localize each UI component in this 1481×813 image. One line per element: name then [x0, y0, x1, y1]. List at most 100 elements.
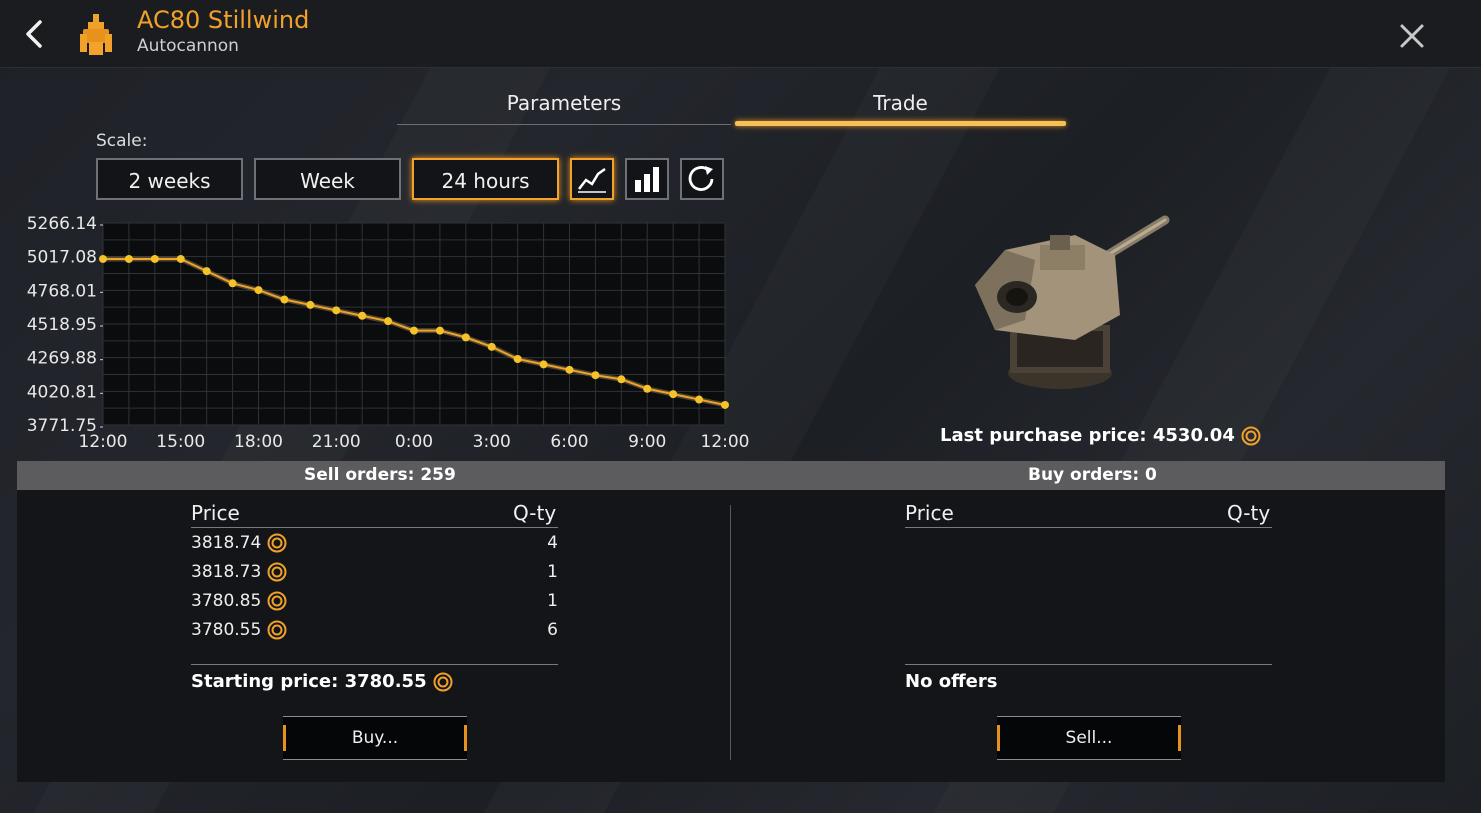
credit-coin-icon	[267, 533, 287, 553]
refresh-button[interactable]	[680, 158, 724, 200]
buy-orders-count: Buy orders: 0	[1028, 465, 1157, 485]
back-button[interactable]	[18, 16, 52, 52]
y-tick-label: 4269.88	[27, 349, 97, 369]
data-point	[643, 384, 652, 393]
button-accent	[464, 725, 467, 751]
orders-panel: Sell orders: 259 Buy orders: 0 Price Q-t…	[17, 461, 1445, 782]
data-point	[358, 311, 367, 320]
tab-label: Parameters	[506, 91, 622, 115]
order-quantity: 6	[547, 620, 558, 640]
data-point	[332, 306, 341, 315]
divider-line	[191, 527, 558, 528]
buy-price-column-header: Price	[905, 501, 954, 525]
button-accent	[1178, 725, 1181, 751]
sell-qty-column-header: Q-ty	[513, 501, 557, 525]
data-point	[280, 295, 289, 304]
x-tick-label: 18:00	[234, 432, 283, 452]
data-point	[124, 254, 133, 263]
buy-button[interactable]: Buy...	[283, 716, 467, 760]
close-button[interactable]	[1396, 20, 1428, 52]
line-chart-button[interactable]	[570, 158, 614, 200]
data-point	[669, 390, 678, 399]
order-price: 3818.73	[191, 562, 262, 582]
data-point	[721, 400, 729, 409]
data-point	[228, 279, 237, 288]
data-point	[539, 360, 548, 369]
sell-button-label: Sell...	[1065, 728, 1113, 748]
sell-orders-count: Sell orders: 259	[304, 465, 456, 485]
scale-week-button[interactable]: Week	[254, 158, 401, 200]
item-title: AC80 Stillwind	[137, 6, 310, 34]
data-point	[410, 326, 418, 335]
divider-line	[905, 664, 1272, 665]
sell-button[interactable]: Sell...	[997, 716, 1181, 760]
x-tick-label: 21:00	[312, 432, 361, 452]
button-accent	[283, 725, 286, 751]
bar-chart-button[interactable]	[625, 158, 669, 200]
scale-label: Scale:	[96, 131, 148, 151]
x-tick-label: 12:00	[701, 432, 750, 452]
credit-coin-icon	[433, 672, 453, 692]
buy-button-label: Buy...	[351, 728, 399, 748]
buy-qty-column-header: Q-ty	[1227, 501, 1271, 525]
tab-parameters[interactable]: Parameters	[397, 88, 731, 125]
line-chart-icon	[578, 167, 606, 193]
y-tick-label: 4518.95	[27, 315, 97, 335]
autocannon-image	[975, 215, 1170, 389]
x-tick-label: 6:00	[550, 432, 588, 452]
close-icon	[1400, 24, 1424, 48]
x-tick-label: 15:00	[156, 432, 205, 452]
data-point	[254, 286, 263, 295]
tab-label: Trade	[873, 91, 928, 115]
starting-price-label: Starting price: 3780.55	[191, 671, 427, 692]
orders-header: Sell orders: 259 Buy orders: 0	[17, 461, 1445, 490]
chevron-left-icon	[26, 20, 42, 48]
active-tab-underline	[735, 121, 1066, 126]
y-tick-label: 5266.14	[27, 214, 97, 234]
last-purchase-label: Last purchase price: 4530.04	[940, 425, 1235, 446]
order-price: 3818.74	[191, 533, 262, 553]
data-point	[150, 254, 159, 263]
data-point	[202, 267, 211, 276]
order-quantity: 1	[547, 562, 558, 582]
credit-coin-icon	[1241, 426, 1261, 446]
data-point	[617, 375, 626, 384]
bar-chart-icon	[635, 167, 659, 192]
data-point	[591, 371, 600, 380]
credit-coin-icon	[267, 620, 287, 640]
scale-2-weeks-button[interactable]: 2 weeks	[96, 158, 243, 200]
data-point	[513, 355, 522, 364]
button-accent	[997, 725, 1000, 751]
data-point	[99, 254, 107, 263]
data-point	[487, 342, 496, 351]
last-purchase-price: Last purchase price: 4530.04	[940, 425, 1261, 446]
scale-24-hours-button[interactable]: 24 hours	[412, 158, 559, 200]
x-tick-label: 12:00	[79, 432, 128, 452]
data-point	[384, 317, 393, 326]
order-quantity: 1	[547, 591, 558, 611]
no-offers-text: No offers	[905, 671, 998, 692]
order-price: 3780.55	[191, 620, 262, 640]
data-point	[176, 254, 185, 263]
data-point	[695, 395, 704, 404]
data-point	[306, 300, 315, 309]
x-tick-label: 9:00	[628, 432, 666, 452]
sell-price-column-header: Price	[191, 501, 240, 525]
item-subtitle: Autocannon	[137, 36, 239, 56]
data-point	[565, 365, 574, 374]
y-tick-label: 5017.08	[27, 248, 97, 268]
y-tick-label: 4768.01	[27, 281, 97, 301]
title-bar: AC80 Stillwind Autocannon	[0, 0, 1481, 68]
autocannon-item-icon	[76, 12, 116, 58]
data-point	[461, 333, 470, 342]
column-divider	[730, 505, 731, 760]
tab-trade[interactable]: Trade	[735, 88, 1066, 126]
x-tick-label: 0:00	[395, 432, 433, 452]
divider-line	[905, 527, 1272, 528]
order-price: 3780.85	[191, 591, 262, 611]
refresh-icon	[688, 166, 714, 191]
x-tick-label: 3:00	[473, 432, 511, 452]
price-history-chart: 5266.14 5017.08 4768.01 4518.95 4269.88 4020.…	[27, 214, 750, 452]
y-tick-label: 4020.81	[27, 382, 97, 402]
order-quantity: 4	[547, 533, 558, 553]
